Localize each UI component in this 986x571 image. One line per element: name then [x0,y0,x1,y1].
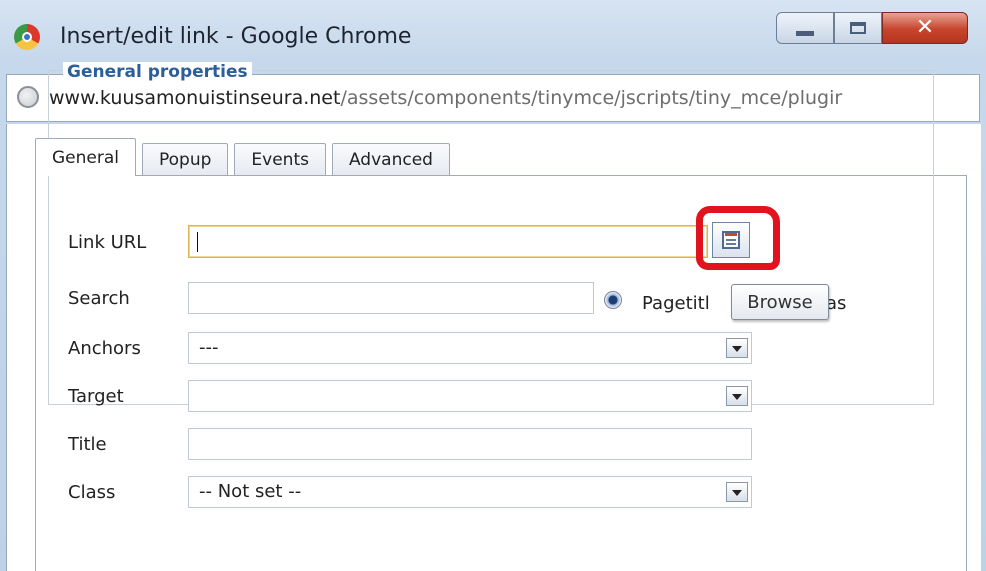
close-icon: ✕ [915,15,935,40]
target-select[interactable] [188,380,752,412]
search-label: Search [68,288,130,309]
title-input[interactable] [188,428,752,460]
browser-popup-window: Insert/edit link - Google Chrome ✕ www.k… [0,0,986,571]
general-properties-legend: General properties [63,62,252,82]
link-url-label: Link URL [68,232,147,253]
target-label: Target [68,386,124,407]
chrome-icon [14,24,40,50]
chevron-down-icon[interactable] [726,386,748,406]
maximize-button[interactable] [834,12,882,44]
anchors-label: Anchors [68,338,141,359]
pagetitle-radio-label-tail: as [826,293,847,314]
chevron-down-icon[interactable] [726,482,748,502]
minimize-button[interactable] [776,12,834,44]
search-input[interactable] [188,282,594,314]
title-label: Title [68,434,107,455]
chevron-down-icon[interactable] [726,338,748,358]
browse-tooltip: Browse [731,284,829,320]
pagetitle-radio[interactable] [604,291,622,309]
class-select[interactable]: -- Not set -- [188,476,752,508]
class-label: Class [68,482,116,503]
anchors-selected: --- [199,337,219,358]
link-url-input[interactable] [188,225,708,258]
anchors-select[interactable]: --- [188,332,752,364]
window-controls: ✕ [776,12,968,46]
globe-icon [17,86,39,108]
title-bar: Insert/edit link - Google Chrome ✕ [0,0,986,70]
minimize-icon [796,30,814,36]
text-caret [197,232,198,252]
window-title: Insert/edit link - Google Chrome [60,24,412,49]
tab-general[interactable]: General [35,138,136,176]
class-selected: -- Not set -- [199,481,302,502]
pagetitle-radio-label: Pagetitl [642,293,710,314]
maximize-icon [850,22,866,34]
red-highlight-annotation [696,206,780,270]
close-button[interactable]: ✕ [882,12,968,44]
